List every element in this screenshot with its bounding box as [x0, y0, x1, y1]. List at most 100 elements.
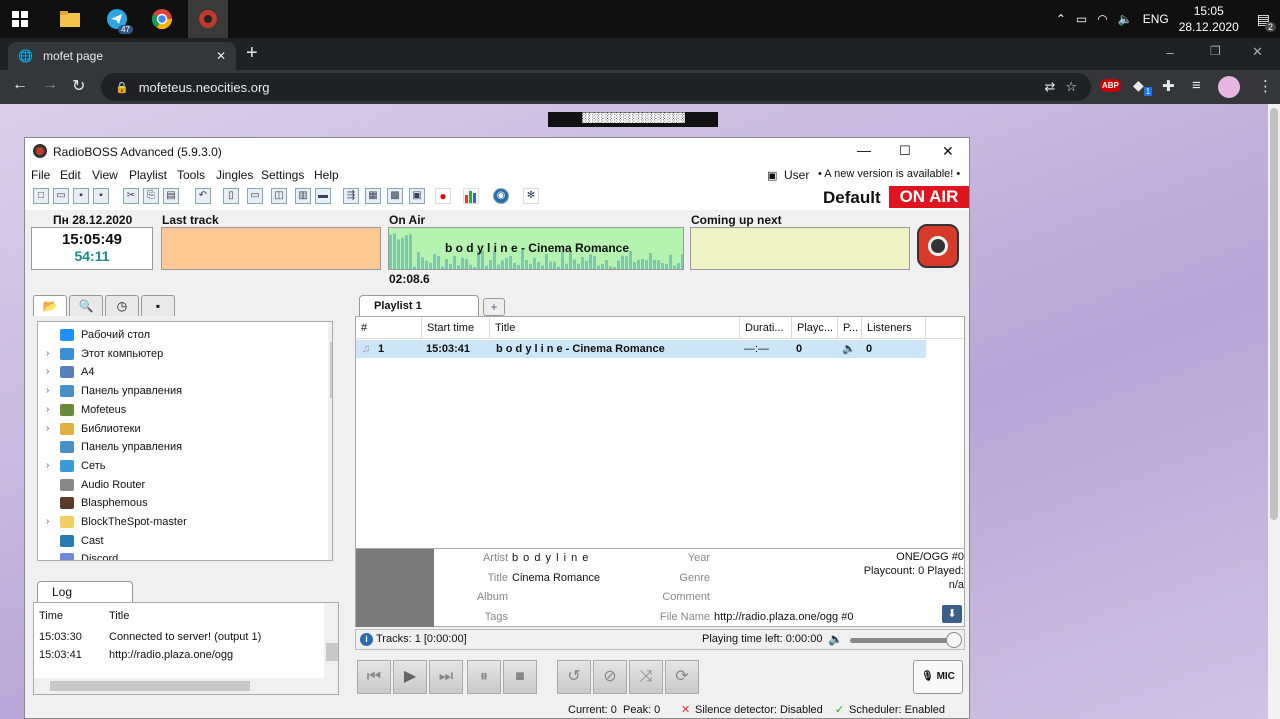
loop-icon[interactable]: ⟳	[665, 660, 699, 694]
user-menu[interactable]: User	[784, 168, 809, 182]
file-explorer-icon[interactable]	[56, 5, 84, 33]
taskbar-clock[interactable]: 15:05 28.12.2020	[1179, 3, 1239, 35]
scheduler-icon[interactable]: ⇶	[343, 188, 359, 204]
folder-tab-icon[interactable]: 📂	[33, 295, 67, 316]
next-icon[interactable]: ⏭	[429, 660, 463, 694]
playlist-generator-icon[interactable]: ▦	[365, 188, 381, 204]
translate-icon[interactable]: ⇄	[1044, 79, 1055, 95]
chevron-right-icon[interactable]: ›	[46, 382, 49, 400]
menu-help[interactable]: Help	[314, 168, 339, 182]
log-tab[interactable]: Log	[37, 581, 133, 603]
copy-icon[interactable]: ⎘	[143, 188, 159, 204]
puzzle-icon[interactable]: ✚	[1162, 77, 1175, 95]
layout-4-icon[interactable]: ▥	[295, 188, 311, 204]
disable-icon[interactable]: ⊘	[593, 660, 627, 694]
chevron-up-icon[interactable]: ⌃	[1056, 12, 1066, 26]
record-icon[interactable]: ●	[435, 188, 451, 204]
update-notice[interactable]: • A new version is available! •	[818, 168, 960, 180]
app-close-icon[interactable]: ✕	[942, 143, 954, 160]
chevron-right-icon[interactable]: ›	[46, 513, 49, 531]
adblock-icon[interactable]: ABP	[1100, 79, 1121, 92]
save-icon[interactable]: ▪	[73, 188, 89, 204]
save-as-icon[interactable]: ▪	[93, 188, 109, 204]
battery-icon[interactable]: ▭	[1076, 12, 1087, 26]
log-vscrollbar[interactable]	[324, 603, 338, 694]
play-icon[interactable]: ▶	[393, 660, 427, 694]
stop-icon[interactable]: ■	[503, 660, 537, 694]
chevron-right-icon[interactable]: ›	[46, 401, 49, 419]
tree-item[interactable]: › Библиотеки	[38, 420, 318, 438]
tree-item[interactable]: Панель управления	[38, 438, 318, 456]
cut-icon[interactable]: ✂	[123, 188, 139, 204]
menu-view[interactable]: View	[92, 168, 118, 182]
chevron-right-icon[interactable]: ›	[46, 345, 49, 363]
col-start-time[interactable]: Start time	[422, 317, 490, 339]
layout-5-icon[interactable]: ▬	[315, 188, 331, 204]
tree-scroll-down-icon[interactable]: ▼	[331, 546, 332, 556]
telegram-icon[interactable]: 47	[103, 5, 133, 34]
volume-icon[interactable]: 🔈	[828, 632, 843, 646]
windows-start-icon[interactable]	[6, 5, 34, 33]
tree-item[interactable]: › Сеть	[38, 457, 318, 475]
close-tab-icon[interactable]: ✕	[216, 49, 226, 63]
restore-window-icon[interactable]: ❐	[1210, 44, 1221, 58]
browser-tab[interactable]: 🌐 mofet page ✕	[8, 42, 236, 70]
menu-edit[interactable]: Edit	[60, 168, 81, 182]
radioboss-taskbar-icon[interactable]	[188, 0, 228, 38]
menu-jingles[interactable]: Jingles	[216, 168, 253, 182]
wifi-icon[interactable]: ◠	[1097, 12, 1107, 26]
mic-button[interactable]: 🎙 MIC	[913, 660, 963, 694]
pause-icon[interactable]: ⏸	[467, 660, 501, 694]
volume-slider[interactable]	[850, 632, 962, 648]
statistics-icon[interactable]	[463, 188, 479, 204]
chevron-right-icon[interactable]: ›	[46, 363, 49, 381]
silence-detector-status[interactable]: Silence detector: Disabled	[695, 700, 823, 719]
undo-icon[interactable]: ↶	[195, 188, 211, 204]
shuffle-icon[interactable]: ⤨	[629, 660, 663, 694]
app-minimize-icon[interactable]: —	[857, 142, 871, 158]
tree-item[interactable]: › A4	[38, 363, 318, 381]
folder-add-icon[interactable]: ▣	[409, 188, 425, 204]
language-indicator[interactable]: ENG	[1143, 12, 1169, 26]
media-icon[interactable]: ≡	[1192, 77, 1201, 94]
volume-icon[interactable]: 🔈	[1118, 12, 1133, 26]
page-scrollbar[interactable]	[1268, 104, 1280, 719]
playlist-tab[interactable]: Playlist 1	[359, 295, 479, 317]
layout-1-icon[interactable]: ▯	[223, 188, 239, 204]
reload-icon[interactable]: ↻	[72, 76, 85, 96]
paste-icon[interactable]: ▤	[163, 188, 179, 204]
col-listeners[interactable]: Listeners	[862, 317, 926, 339]
tree-scrollbar[interactable]: ▲ ▼	[328, 322, 332, 560]
col-p[interactable]: P...	[838, 317, 862, 339]
col-playcount[interactable]: Playc...	[792, 317, 838, 339]
tree-item[interactable]: Blasphemous	[38, 494, 318, 512]
scheduler-tab-icon[interactable]: ▪	[141, 295, 175, 316]
menu-tools[interactable]: Tools	[177, 168, 205, 182]
tree-item[interactable]: Discord	[38, 550, 318, 560]
minimize-window-icon[interactable]: –	[1166, 44, 1174, 60]
address-bar[interactable]: 🔒 mofeteus.neocities.org ⇄ ☆	[101, 73, 1091, 101]
tree-item[interactable]: › Mofeteus	[38, 401, 318, 419]
volume-knob[interactable]	[946, 632, 962, 648]
layout-3-icon[interactable]: ◫	[271, 188, 287, 204]
previous-icon[interactable]: ⏮	[357, 660, 391, 694]
col-duration[interactable]: Durati...	[740, 317, 792, 339]
close-window-icon[interactable]: ✕	[1252, 44, 1263, 60]
col-title[interactable]: Title	[490, 317, 740, 339]
broadcast-globe-icon[interactable]: ◉	[493, 188, 509, 204]
search-tab-icon[interactable]: 🔍	[69, 295, 103, 316]
menu-file[interactable]: File	[31, 168, 50, 182]
playlist-row[interactable]: ♫ 1 15:03:41 b o d y l i n e - Cinema Ro…	[356, 340, 926, 358]
download-icon[interactable]: ⬇	[942, 605, 962, 623]
bookmark-star-icon[interactable]: ☆	[1065, 79, 1077, 95]
log-hscrollbar[interactable]	[34, 678, 324, 694]
tree-item[interactable]: Audio Router	[38, 476, 318, 494]
menu-dots-icon[interactable]: ⋮	[1258, 77, 1273, 95]
open-icon[interactable]: ▭	[53, 188, 69, 204]
history-tab-icon[interactable]: ◷	[105, 295, 139, 316]
new-tab-button[interactable]: +	[246, 42, 258, 65]
back-icon[interactable]: ←	[12, 76, 28, 94]
forward-icon[interactable]: →	[42, 76, 58, 94]
chevron-right-icon[interactable]: ›	[46, 420, 49, 438]
page-scrollbar-thumb[interactable]	[1270, 108, 1278, 520]
